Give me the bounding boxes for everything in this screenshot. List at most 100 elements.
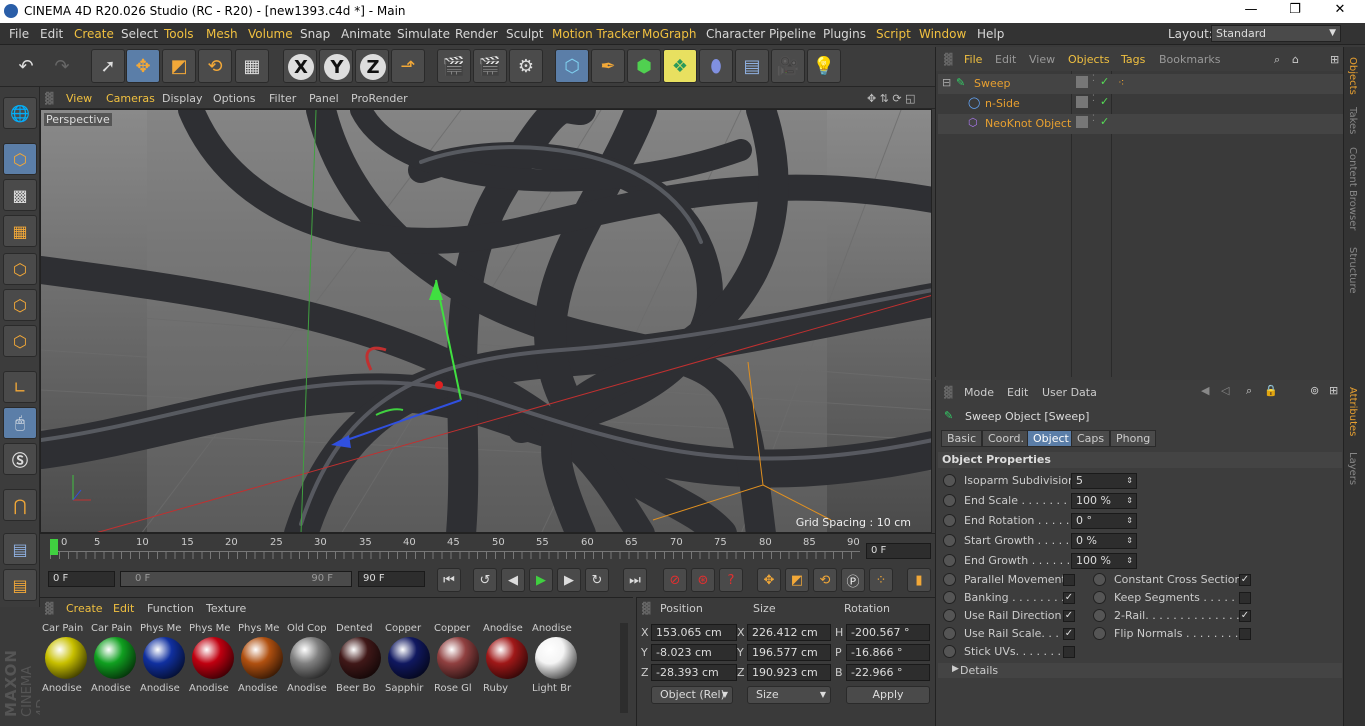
menu-animate[interactable]: Animate <box>341 27 391 41</box>
animate-radio[interactable] <box>1093 573 1106 586</box>
attr-tab-phong[interactable]: Phong <box>1110 430 1157 447</box>
viewport-menu-display[interactable]: Display <box>162 92 203 105</box>
size-mode-select[interactable]: Size ▼ <box>747 686 831 704</box>
checkbox[interactable]: ✓ <box>1239 574 1251 586</box>
pos-z-field[interactable]: -28.393 cm <box>651 664 737 681</box>
next-frame-button[interactable]: ▶ <box>557 568 581 592</box>
layer-icon[interactable] <box>1076 76 1088 88</box>
side-tab-takes[interactable]: Takes <box>1347 107 1358 134</box>
material-menu-texture[interactable]: Texture <box>206 602 246 615</box>
object-row-neoknot[interactable]: ⬡ NeoKnot Object ⁚ ✓ <box>938 114 1343 134</box>
menu-edit[interactable]: Edit <box>40 27 63 41</box>
x-axis-button[interactable]: X <box>283 49 317 83</box>
points-mode-button[interactable]: ⬡ <box>3 253 37 285</box>
checkbox[interactable] <box>1239 592 1251 604</box>
tag-icon[interactable]: ⁖ <box>1118 76 1124 89</box>
property-field[interactable]: 100 % ⇕ <box>1071 553 1137 569</box>
side-tab-structure[interactable]: Structure <box>1347 247 1358 294</box>
edges-mode-button[interactable]: ⬡ <box>3 289 37 321</box>
rot-h-field[interactable]: -200.567 ° <box>846 624 930 641</box>
viewport-menu-view[interactable]: View <box>66 92 92 105</box>
subdivision-button[interactable]: ⬢ <box>627 49 661 83</box>
menu-motion-tracker[interactable]: Motion Tracker <box>552 27 640 41</box>
axis-mode-button[interactable]: ∟ <box>3 371 37 403</box>
material-swatch[interactable]: Copper Rose Gl <box>434 623 482 694</box>
side-tab-objects[interactable]: Objects <box>1347 57 1358 95</box>
rot-p-field[interactable]: -16.866 ° <box>846 644 930 661</box>
material-swatch[interactable]: Phys Me Anodise <box>189 623 237 694</box>
previous-frame-button[interactable]: ◀ <box>501 568 525 592</box>
settings-icon[interactable]: ⊚ <box>1310 384 1319 397</box>
details-section[interactable]: ▶ Details <box>938 663 1342 678</box>
key-position-button[interactable]: ✥ <box>757 568 781 592</box>
animate-radio[interactable] <box>943 609 956 622</box>
new-window-icon[interactable]: ⊞ <box>1330 53 1339 66</box>
layer-icon[interactable] <box>1076 116 1088 128</box>
material-swatch[interactable]: Anodise Ruby <box>483 623 531 694</box>
checkbox[interactable]: ✓ <box>1063 628 1075 640</box>
key-rotation-button[interactable]: ⟲ <box>813 568 837 592</box>
layer-icon[interactable] <box>1076 96 1088 108</box>
start-frame-field[interactable]: 0 F <box>48 571 115 587</box>
timeline-button[interactable]: ▮ <box>907 568 931 592</box>
apply-button[interactable]: Apply <box>846 686 930 704</box>
material-swatch[interactable]: Phys Me Anodise <box>238 623 286 694</box>
objects-menu-edit[interactable]: Edit <box>995 53 1016 66</box>
animate-radio[interactable] <box>943 573 956 586</box>
visibility-dots-icon[interactable]: ⁚ <box>1092 114 1095 124</box>
objects-menu-bookmarks[interactable]: Bookmarks <box>1159 53 1220 66</box>
checkbox[interactable]: ✓ <box>1063 610 1075 622</box>
property-field[interactable]: 0 % ⇕ <box>1071 533 1137 549</box>
checkbox[interactable] <box>1063 574 1075 586</box>
magnet-button[interactable]: ⋂ <box>3 489 37 521</box>
tweak-mode-button[interactable]: 🖱 <box>3 407 37 439</box>
checkbox[interactable] <box>1063 646 1075 658</box>
3d-viewport[interactable]: Perspective Grid Spacing : 10 cm <box>40 109 932 533</box>
size-x-field[interactable]: 226.412 cm <box>747 624 831 641</box>
checkbox[interactable]: ✓ <box>1239 610 1251 622</box>
search-icon[interactable]: ⌕ <box>1274 53 1280 67</box>
go-to-start-button[interactable]: ⏮ <box>437 568 461 592</box>
y-axis-button[interactable]: Y <box>319 49 353 83</box>
grid-button[interactable]: ▤ <box>3 533 37 565</box>
camera-button[interactable]: 🎥 <box>771 49 805 83</box>
key-pla-button[interactable]: ⁘ <box>869 568 893 592</box>
viewport-navigate-icons[interactable]: ✥ ⇅ ⟳ ◱ <box>867 92 916 105</box>
viewport-menu-options[interactable]: Options <box>213 92 255 105</box>
material-swatch[interactable]: Old Cop Anodise <box>287 623 335 694</box>
animate-radio[interactable] <box>1093 591 1106 604</box>
side-tab-layers[interactable]: Layers <box>1347 452 1358 485</box>
coord-mode-select[interactable]: Object (Rel) ▼ <box>651 686 733 704</box>
search-icon[interactable]: ⌕ <box>1246 384 1252 398</box>
array-button[interactable]: ❖ <box>663 49 697 83</box>
key-parameter-button[interactable]: Ⓟ <box>841 568 865 592</box>
visibility-dots-icon[interactable]: ⁚ <box>1092 94 1095 104</box>
menu-help[interactable]: Help <box>977 27 1004 41</box>
material-swatch[interactable]: Anodise Light Br <box>532 623 580 694</box>
animate-radio[interactable] <box>943 591 956 604</box>
material-menu-function[interactable]: Function <box>147 602 194 615</box>
make-editable-button[interactable]: 🌐 <box>3 97 37 129</box>
object-row-sweep[interactable]: ⊟ ✎ Sweep ⁚ ✓ ⁖ <box>938 74 1343 94</box>
forward-arrow-icon[interactable]: ◁ <box>1221 384 1229 397</box>
record-keys-button[interactable]: ⊘ <box>663 568 687 592</box>
move-tool-button[interactable]: ✥ <box>126 49 160 83</box>
deformer-button[interactable]: ⬮ <box>699 49 733 83</box>
attr-menu-edit[interactable]: Edit <box>1007 386 1028 399</box>
menu-mesh[interactable]: Mesh <box>206 27 238 41</box>
animate-radio[interactable] <box>943 627 956 640</box>
home-icon[interactable]: ⌂ <box>1292 53 1299 66</box>
menu-simulate[interactable]: Simulate <box>397 27 450 41</box>
layout-select[interactable]: Standard ▼ <box>1211 25 1341 42</box>
property-field[interactable]: 100 % ⇕ <box>1071 493 1137 509</box>
polygons-mode-button[interactable]: ⬡ <box>3 325 37 357</box>
pos-x-field[interactable]: 153.065 cm <box>651 624 737 641</box>
select-tool-button[interactable]: ➚ <box>91 49 125 83</box>
snap-button[interactable]: Ⓢ <box>3 443 37 475</box>
menu-create[interactable]: Create <box>74 27 114 41</box>
viewport-menu-panel[interactable]: Panel <box>309 92 339 105</box>
material-menu-create[interactable]: Create <box>66 602 103 615</box>
scale-tool-button[interactable]: ◩ <box>162 49 196 83</box>
checkbox[interactable]: ✓ <box>1063 592 1075 604</box>
render-picture-viewer-button[interactable]: 🎬 <box>473 49 507 83</box>
